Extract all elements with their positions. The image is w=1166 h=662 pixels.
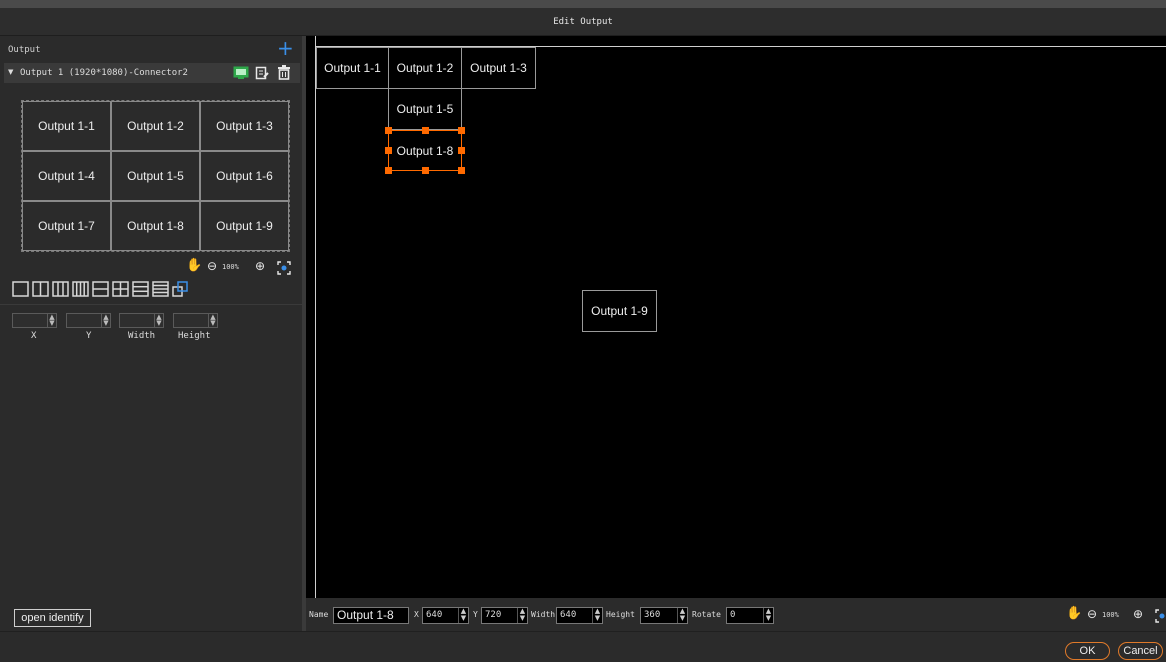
preview-cell[interactable]: Output 1-9 — [200, 201, 289, 251]
resize-handle-w[interactable] — [385, 147, 392, 154]
preview-cell[interactable]: Output 1-7 — [22, 201, 111, 251]
x-label: X — [31, 331, 37, 341]
preview-cell[interactable]: Output 1-2 — [111, 101, 200, 151]
title-bar: Edit Output — [0, 8, 1166, 36]
preview-cell[interactable]: Output 1-1 — [22, 101, 111, 151]
resize-handle-sw[interactable] — [385, 167, 392, 174]
x-spinner[interactable]: ▲ ▼ — [12, 313, 57, 328]
rotate-field[interactable]: 0 ▲ ▼ — [726, 607, 774, 624]
name-label: Name — [309, 610, 329, 619]
canvas-zoom-out-icon[interactable]: ⊖ — [1087, 607, 1097, 621]
y-prop-field[interactable]: 720 ▲ ▼ — [481, 607, 528, 624]
canvas-fit-icon[interactable] — [1155, 609, 1166, 623]
x-prop-field[interactable]: 640 ▲ ▼ — [422, 607, 469, 624]
x-spinner-arrows-icon[interactable]: ▲ ▼ — [458, 608, 468, 623]
canvas-zoom-level: 100% — [1102, 611, 1119, 619]
preview-cell[interactable]: Output 1-4 — [22, 151, 111, 201]
rotate-spinner-arrows-icon[interactable]: ▲ ▼ — [763, 608, 773, 623]
height-label: Height — [178, 331, 211, 341]
height-prop-value: 360 — [644, 610, 661, 620]
height-spinner-arrows-icon[interactable]: ▲ ▼ — [677, 608, 687, 623]
width-prop-field[interactable]: 640 ▲ ▼ — [556, 607, 603, 624]
height-prop-label: Height — [606, 610, 635, 619]
resize-handle-ne[interactable] — [458, 127, 465, 134]
x-prop-label: X — [414, 610, 419, 619]
y-label: Y — [86, 331, 92, 341]
resize-handle-e[interactable] — [458, 147, 465, 154]
width-prop-value: 640 — [560, 610, 577, 620]
canvas-output-1-9[interactable]: Output 1-9 — [582, 290, 657, 332]
canvas-output-1-1[interactable]: Output 1-1 — [316, 47, 389, 89]
height-prop-field[interactable]: 360 ▲ ▼ — [640, 607, 688, 624]
resize-handle-s[interactable] — [422, 167, 429, 174]
output-section-label: Output — [8, 45, 41, 55]
output-row-label: Output 1 (1920*1080)-Connector2 — [20, 68, 188, 78]
cancel-button[interactable]: Cancel — [1118, 642, 1163, 660]
preview-cell[interactable]: Output 1-3 — [200, 101, 289, 151]
edit-icon[interactable] — [255, 66, 269, 80]
name-field[interactable]: Output 1-8 — [333, 607, 409, 624]
canvas-output-1-8-selected[interactable]: Output 1-8 — [388, 130, 462, 171]
preview-grid: Output 1-1 Output 1-2 Output 1-3 Output … — [21, 100, 290, 252]
trash-icon[interactable] — [277, 65, 291, 80]
width-spinner-arrows-icon[interactable]: ▲ ▼ — [592, 608, 602, 623]
canvas-zoom-in-icon[interactable]: ⊕ — [1133, 607, 1143, 621]
top-strip — [0, 0, 1166, 8]
ok-button[interactable]: OK — [1065, 642, 1110, 660]
zoom-out-icon[interactable]: ⊖ — [207, 259, 217, 273]
window-title: Edit Output — [553, 17, 613, 27]
resize-handle-nw[interactable] — [385, 127, 392, 134]
preview-cell[interactable]: Output 1-8 — [111, 201, 200, 251]
zoom-in-icon[interactable]: ⊕ — [255, 259, 265, 273]
x-prop-value: 640 — [426, 610, 443, 620]
output-canvas[interactable]: Output 1-1 Output 1-2 Output 1-3 Output … — [306, 36, 1166, 598]
canvas-hand-icon[interactable]: ✋ — [1066, 606, 1082, 621]
width-label: Width — [128, 331, 156, 341]
rotate-value: 0 — [730, 610, 736, 620]
left-panel: Output + ▼ Output 1 (1920*1080)-Connecto… — [0, 36, 302, 631]
height-spinner[interactable]: ▲ ▼ — [173, 313, 218, 328]
preview-cell[interactable]: Output 1-5 — [111, 151, 200, 201]
open-identify-button[interactable]: open identify — [14, 609, 91, 627]
preview-zoom-level: 100% — [222, 263, 239, 271]
vertical-ruler-line — [315, 36, 316, 598]
hand-icon[interactable]: ✋ — [186, 258, 202, 273]
canvas-output-1-3[interactable]: Output 1-3 — [461, 47, 536, 89]
expand-arrow-icon[interactable]: ▼ — [8, 68, 13, 76]
add-output-plus-icon[interactable]: + — [277, 38, 294, 58]
layout-icons[interactable] — [12, 280, 212, 298]
panel-divider — [0, 304, 302, 305]
output-row[interactable]: ▼ Output 1 (1920*1080)-Connector2 — [4, 63, 300, 83]
y-spinner[interactable]: ▲ ▼ — [66, 313, 111, 328]
y-spinner-arrows-icon[interactable]: ▲ ▼ — [517, 608, 527, 623]
preview-cell[interactable]: Output 1-6 — [200, 151, 289, 201]
rotate-label: Rotate — [692, 610, 721, 619]
y-prop-value: 720 — [485, 610, 502, 620]
canvas-output-1-5[interactable]: Output 1-5 — [388, 88, 462, 130]
monitor-icon[interactable] — [233, 66, 249, 80]
dialog-footer — [0, 631, 1166, 662]
y-prop-label: Y — [473, 610, 478, 619]
resize-handle-n[interactable] — [422, 127, 429, 134]
fit-icon[interactable] — [277, 261, 291, 275]
width-spinner[interactable]: ▲ ▼ — [119, 313, 164, 328]
width-prop-label: Width — [531, 610, 556, 619]
canvas-output-1-2[interactable]: Output 1-2 — [388, 47, 462, 89]
resize-handle-se[interactable] — [458, 167, 465, 174]
